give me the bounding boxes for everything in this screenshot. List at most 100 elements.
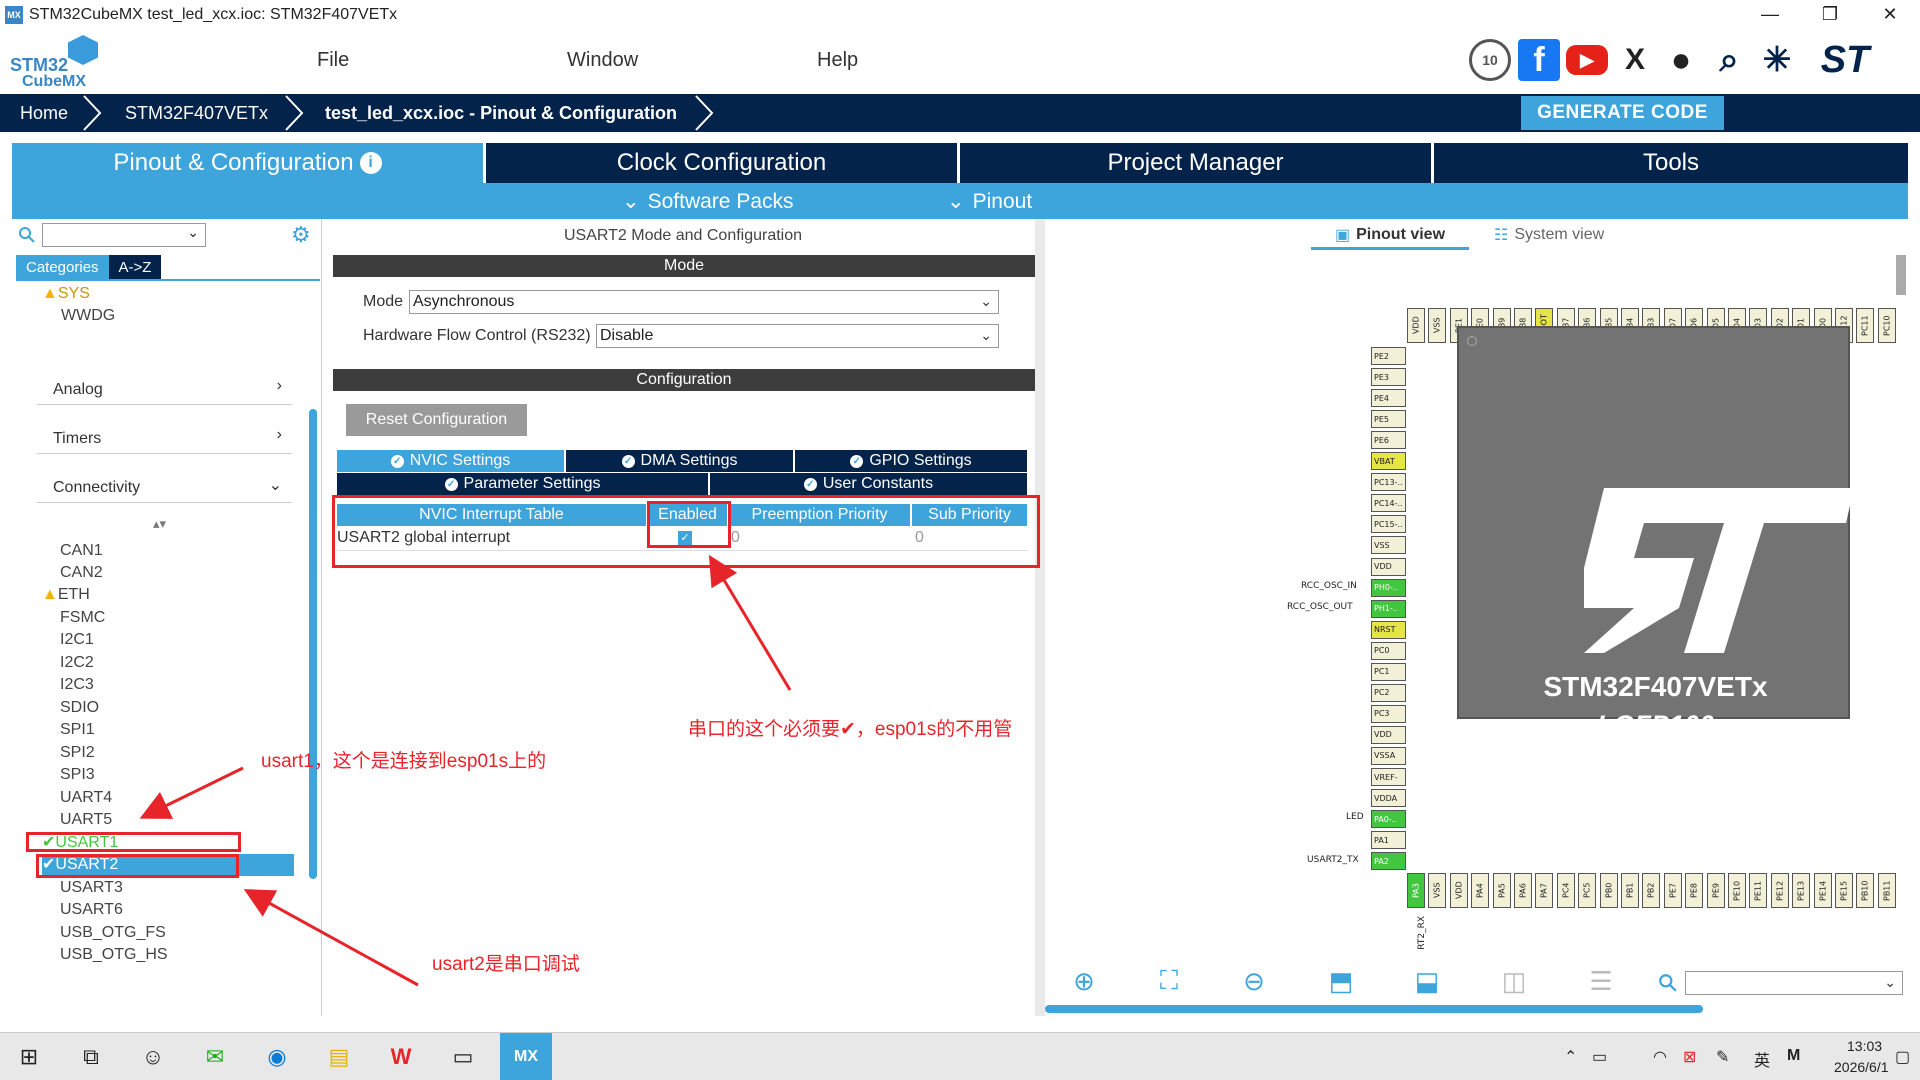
peripheral-i2c1[interactable]: I2C1 — [60, 629, 94, 651]
pin-bottom-pe10[interactable]: PE10 — [1728, 873, 1746, 908]
tab-tools[interactable]: Tools — [1434, 143, 1908, 183]
zoom-out-icon[interactable]: ⊖ — [1237, 964, 1271, 998]
wechat-icon[interactable]: ✉ — [198, 1040, 232, 1074]
peripheral-eth[interactable]: ▲ETH — [42, 584, 90, 606]
tab-pinout-view[interactable]: ▣ Pinout view — [1335, 225, 1445, 245]
pin-left-pa1[interactable]: PA1 — [1371, 831, 1406, 850]
pin-left-ph1[interactable]: PH1-.. — [1371, 599, 1406, 618]
flip-vertical-icon[interactable]: ◫ — [1497, 964, 1531, 998]
search-input[interactable]: ⌄ — [42, 223, 206, 247]
terminal-icon[interactable]: ▭ — [446, 1040, 480, 1074]
pin-left-pc15[interactable]: PC15-.. — [1371, 515, 1406, 534]
pin-left-pc1[interactable]: PC1 — [1371, 662, 1406, 681]
flip-horizontal-icon[interactable]: ☰ — [1584, 964, 1618, 998]
breadcrumb-device[interactable]: STM32F407VETx — [125, 94, 268, 132]
software-packs-menu[interactable]: ⌄ Software Packs — [622, 189, 794, 214]
tab-categories[interactable]: Categories — [16, 255, 109, 279]
security-icon[interactable]: ⊠ — [1683, 1047, 1696, 1067]
pin-left-vdd[interactable]: VDD — [1371, 557, 1406, 576]
facebook-icon[interactable]: f — [1518, 39, 1560, 81]
tab-gpio-settings[interactable]: ✓ GPIO Settings — [795, 450, 1028, 472]
peripheral-usb-otg-hs[interactable]: USB_OTG_HS — [60, 944, 168, 966]
tab-pinout-configuration[interactable]: Pinout & Configuration i — [12, 143, 483, 183]
pin-left-vdda[interactable]: VDDA — [1371, 789, 1406, 808]
pin-bottom-vdd[interactable]: VDD — [1449, 873, 1468, 908]
peripheral-uart5[interactable]: UART5 — [60, 809, 112, 831]
search-globe-icon[interactable]: ⌕ — [1708, 39, 1750, 81]
pin-left-pe5[interactable]: PE5 — [1371, 410, 1406, 429]
reset-configuration-button[interactable]: Reset Configuration — [346, 404, 527, 436]
pin-bottom-pe7[interactable]: PE7 — [1663, 873, 1682, 908]
pinout-menu[interactable]: ⌄ Pinout — [947, 189, 1032, 214]
peripheral-sdio[interactable]: SDIO — [60, 697, 99, 719]
peripheral-sys[interactable]: ▲SYS — [42, 283, 90, 305]
pen-icon[interactable]: ✎ — [1716, 1047, 1729, 1067]
pin-bottom-pe13[interactable]: PE13 — [1792, 873, 1811, 908]
pin-bottom-pb1[interactable]: PB1 — [1621, 873, 1639, 908]
battery-icon[interactable]: ▭ — [1592, 1047, 1607, 1067]
tab-nvic-settings[interactable]: ✓ NVIC Settings — [337, 450, 565, 472]
pin-left-ph0[interactable]: PH0-.. — [1371, 578, 1406, 597]
close-button[interactable]: ✕ — [1860, 0, 1920, 29]
pin-left-pc3[interactable]: PC3 — [1371, 704, 1406, 723]
rotate-left-icon[interactable]: ⬓ — [1410, 964, 1444, 998]
ime-mode-indicator[interactable]: M — [1787, 1047, 1800, 1065]
windows-start-icon[interactable]: ⊞ — [12, 1040, 46, 1074]
notifications-icon[interactable]: ▢ — [1895, 1047, 1910, 1067]
pin-left-pe6[interactable]: PE6 — [1371, 431, 1406, 450]
task-view-icon[interactable]: ⧉ — [74, 1040, 108, 1074]
pin-left-pe4[interactable]: PE4 — [1371, 389, 1406, 408]
tab-project-manager[interactable]: Project Manager — [960, 143, 1431, 183]
tab-system-view[interactable]: ☷ System view — [1494, 225, 1604, 245]
breadcrumb-home[interactable]: Home — [20, 94, 68, 132]
pin-top-vss[interactable]: VSS — [1428, 308, 1447, 343]
pin-left-pc14[interactable]: PC14-.. — [1371, 494, 1406, 513]
x-icon[interactable]: X — [1614, 39, 1656, 81]
pin-left-vbat[interactable]: VBAT — [1371, 452, 1406, 471]
pin-bottom-pc5[interactable]: PC5 — [1578, 873, 1597, 908]
peripheral-usart6[interactable]: USART6 — [60, 899, 123, 921]
clock-date[interactable]: 2026/6/1 — [1834, 1059, 1889, 1075]
wps-office-icon[interactable]: W — [384, 1040, 418, 1074]
pin-left-pc0[interactable]: PC0 — [1371, 641, 1406, 660]
peripheral-uart4[interactable]: UART4 — [60, 787, 112, 809]
fit-screen-icon[interactable]: ⛶ — [1152, 964, 1186, 998]
maximize-button[interactable]: ❐ — [1800, 0, 1860, 29]
youtube-icon[interactable]: ▶ — [1566, 45, 1608, 75]
clock-time[interactable]: 13:03 — [1847, 1038, 1882, 1054]
peripheral-usart3[interactable]: USART3 — [60, 877, 123, 899]
mcu-chip[interactable]: STM32F407VETx LQFP100 — [1457, 326, 1854, 740]
pin-left-vdd[interactable]: VDD — [1371, 725, 1406, 744]
category-connectivity[interactable]: Connectivity ⌄ — [37, 473, 292, 503]
avatar-app-icon[interactable]: ☺ — [136, 1040, 170, 1074]
splitter[interactable] — [1035, 219, 1045, 1016]
zoom-in-icon[interactable]: ⊕ — [1067, 964, 1101, 998]
pin-top-pc11[interactable]: PC11 — [1856, 308, 1875, 343]
network-icon[interactable]: ✳ — [1756, 39, 1798, 81]
pin-bottom-pe11[interactable]: PE11 — [1749, 873, 1768, 908]
pin-left-pc13[interactable]: PC13-.. — [1371, 473, 1406, 492]
menu-file[interactable]: File — [317, 49, 349, 72]
category-analog[interactable]: Analog › — [37, 375, 292, 405]
tab-user-constants[interactable]: ✓ User Constants — [710, 473, 1028, 495]
pin-bottom-pe9[interactable]: PE9 — [1706, 873, 1725, 908]
peripheral-i2c3[interactable]: I2C3 — [60, 674, 94, 696]
peripheral-i2c2[interactable]: I2C2 — [60, 652, 94, 674]
pin-bottom-pa6[interactable]: PA6 — [1514, 873, 1532, 908]
pin-bottom-pe14[interactable]: PE14 — [1813, 873, 1832, 908]
pin-left-vssa[interactable]: VSSA — [1371, 746, 1406, 765]
peripheral-spi1[interactable]: SPI1 — [60, 719, 95, 741]
wifi-icon[interactable]: ◠ — [1653, 1047, 1667, 1067]
peripheral-wwdg[interactable]: WWDG — [61, 305, 115, 327]
collapse-handle[interactable] — [1896, 255, 1906, 295]
peripheral-fsmc[interactable]: FSMC — [60, 607, 105, 629]
rotate-right-icon[interactable]: ⬒ — [1324, 964, 1358, 998]
pin-top-vdd[interactable]: VDD — [1407, 308, 1425, 343]
peripheral-spi2[interactable]: SPI2 — [60, 742, 95, 764]
chevron-up-icon[interactable]: ⌃ — [1564, 1047, 1577, 1067]
pin-bottom-pb0[interactable]: PB0 — [1599, 873, 1618, 908]
anniversary-badge-icon[interactable]: 10 — [1469, 39, 1511, 81]
pin-bottom-pe15[interactable]: PE15 — [1835, 873, 1853, 908]
pin-bottom-pc4[interactable]: PC4 — [1556, 873, 1575, 908]
pin-top-pc10[interactable]: PC10 — [1877, 308, 1896, 343]
